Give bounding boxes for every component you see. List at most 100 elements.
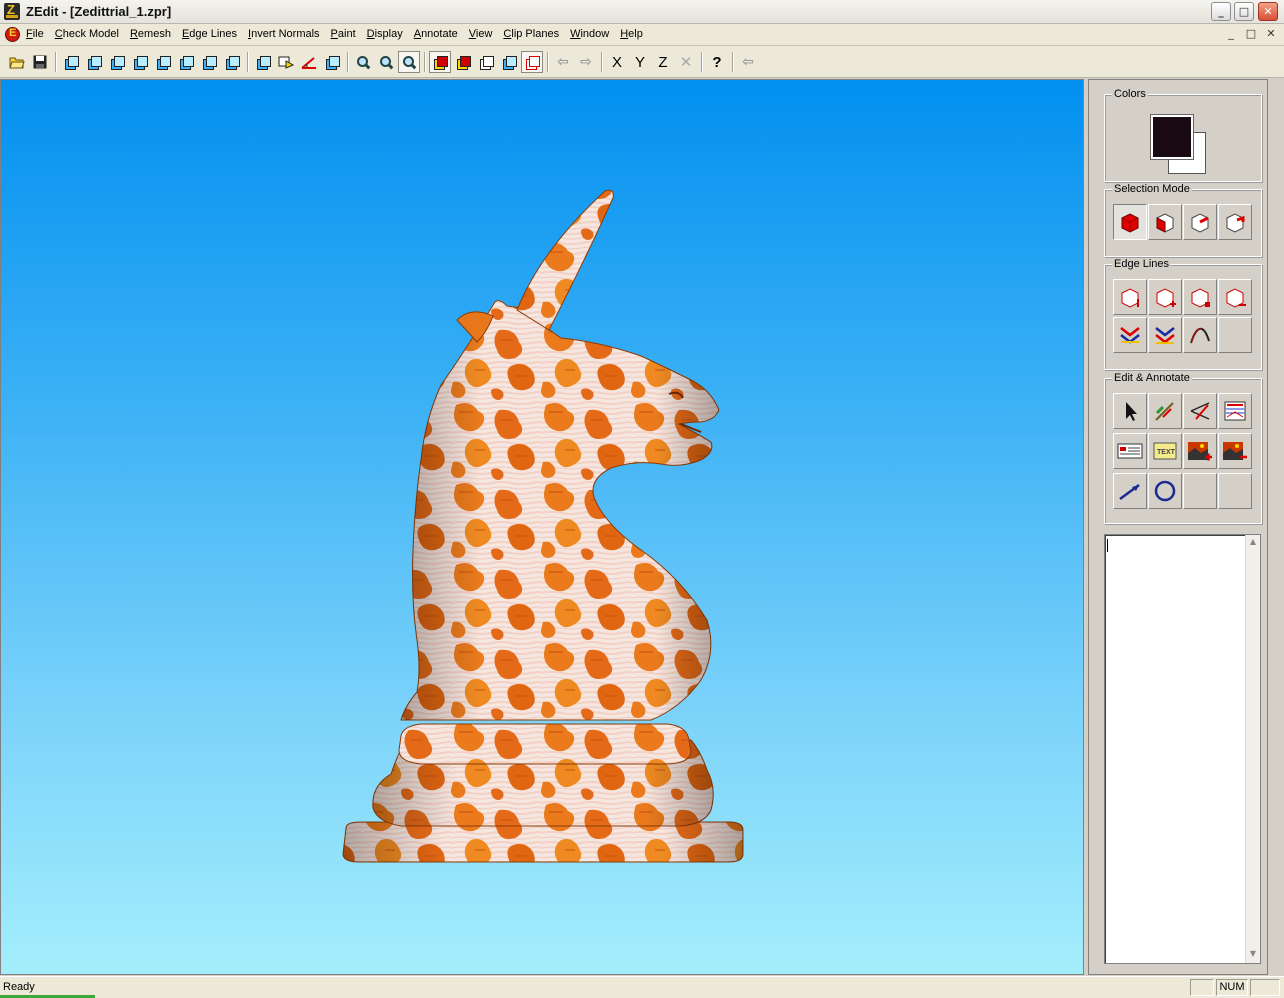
menu-edge-lines[interactable]: Edge Lines bbox=[182, 28, 237, 40]
view-bottom-button[interactable] bbox=[175, 51, 197, 73]
view-front-button[interactable] bbox=[60, 51, 82, 73]
select-solid-button[interactable] bbox=[1113, 204, 1147, 240]
menu-annotate[interactable]: Annotate bbox=[414, 28, 458, 40]
3d-viewport[interactable] bbox=[0, 79, 1084, 975]
menu-view[interactable]: View bbox=[469, 28, 493, 40]
shaded-cube-icon bbox=[433, 55, 448, 70]
window-title: ZEdit - [Zedittrial_1.zpr] bbox=[26, 4, 172, 19]
menu-help[interactable]: Help bbox=[620, 28, 643, 40]
view-top-button[interactable] bbox=[152, 51, 174, 73]
menu-invert-normals[interactable]: Invert Normals bbox=[248, 28, 320, 40]
view-back-button[interactable] bbox=[83, 51, 105, 73]
menu-clip-planes[interactable]: Clip Planes bbox=[503, 28, 559, 40]
zoom-window-button[interactable] bbox=[398, 51, 420, 73]
cube-view-icon bbox=[87, 55, 102, 70]
texture-map-icon bbox=[1224, 401, 1246, 421]
shaded-mode-button[interactable] bbox=[429, 51, 451, 73]
unicorn-knight-model[interactable] bbox=[1, 80, 1084, 975]
mdi-minimize-button[interactable]: _ bbox=[1224, 27, 1238, 41]
minimize-button[interactable]: _ bbox=[1211, 2, 1231, 21]
cursor-arrow-icon bbox=[1126, 402, 1137, 421]
pan-icon bbox=[278, 56, 294, 69]
edge-line-draw-button[interactable] bbox=[1113, 279, 1147, 315]
help-button[interactable]: ? bbox=[706, 51, 728, 73]
measure-angle-button[interactable] bbox=[298, 51, 320, 73]
measure-tool-button[interactable] bbox=[1183, 393, 1217, 429]
foreground-color-swatch[interactable] bbox=[1151, 115, 1193, 159]
note-card-button[interactable] bbox=[1113, 433, 1147, 469]
menu-file[interactable]: File bbox=[26, 28, 44, 40]
undo-button[interactable]: ⇦ bbox=[552, 51, 574, 73]
view-iso-button[interactable] bbox=[198, 51, 220, 73]
select-pointer-button[interactable] bbox=[1113, 393, 1147, 429]
hidden-line-button[interactable] bbox=[498, 51, 520, 73]
edge-curve-button[interactable] bbox=[1183, 317, 1217, 353]
menu-check-model[interactable]: Check Model bbox=[55, 28, 119, 40]
menu-window[interactable]: Window bbox=[570, 28, 609, 40]
open-file-button[interactable] bbox=[6, 51, 28, 73]
edge-line-point-button[interactable] bbox=[1183, 279, 1217, 315]
view-right-button[interactable] bbox=[129, 51, 151, 73]
select-vertex-button[interactable] bbox=[1218, 204, 1252, 240]
view-iso2-button[interactable] bbox=[221, 51, 243, 73]
selection-highlight-button[interactable] bbox=[521, 51, 543, 73]
edge-flip-down-button[interactable] bbox=[1113, 317, 1147, 353]
redo-button[interactable]: ⇨ bbox=[575, 51, 597, 73]
axis-z-button[interactable]: Z bbox=[652, 51, 674, 73]
solid-select-icon bbox=[1121, 213, 1139, 233]
svg-text:TEXT: TEXT bbox=[1157, 449, 1176, 456]
edge-add-icon bbox=[1156, 288, 1176, 308]
rotate-cube-icon bbox=[256, 55, 271, 70]
paint-brush-button[interactable] bbox=[1148, 393, 1182, 429]
remove-image-button[interactable] bbox=[1218, 433, 1252, 469]
document-icon[interactable] bbox=[5, 27, 20, 42]
scroll-down-icon[interactable]: ▼ bbox=[1247, 949, 1259, 961]
panel-scrollbar[interactable] bbox=[1270, 79, 1284, 519]
fit-view-button[interactable] bbox=[321, 51, 343, 73]
cube-view-icon bbox=[179, 55, 194, 70]
zoom-out-button[interactable] bbox=[375, 51, 397, 73]
axis-clear-button[interactable]: ✕ bbox=[675, 51, 697, 73]
wireframe-mode-button[interactable] bbox=[475, 51, 497, 73]
rotate-button[interactable] bbox=[252, 51, 274, 73]
axis-x-button[interactable]: X bbox=[606, 51, 628, 73]
arrow-annotation-button[interactable] bbox=[1113, 473, 1147, 509]
annotate-empty-slot-2 bbox=[1218, 473, 1252, 509]
tool-panel: Colors Selection Mode Edge Lines Edit & … bbox=[1088, 79, 1268, 975]
add-image-button[interactable] bbox=[1183, 433, 1217, 469]
color-mode-button[interactable] bbox=[452, 51, 474, 73]
back-button[interactable]: ⇦ bbox=[737, 51, 759, 73]
close-button[interactable]: ✕ bbox=[1258, 2, 1278, 21]
zoom-in-button[interactable] bbox=[352, 51, 374, 73]
undo-arrow-icon: ⇦ bbox=[557, 54, 569, 70]
zoom-in-icon bbox=[356, 55, 370, 69]
texture-map-button[interactable] bbox=[1218, 393, 1252, 429]
status-cell-caps bbox=[1190, 979, 1214, 996]
notes-textarea[interactable]: ▲ ▼ bbox=[1104, 534, 1261, 964]
maximize-button[interactable]: □ bbox=[1234, 2, 1254, 21]
select-face-button[interactable] bbox=[1148, 204, 1182, 240]
menu-remesh[interactable]: Remesh bbox=[130, 28, 171, 40]
view-left-button[interactable] bbox=[106, 51, 128, 73]
paint-brush-icon bbox=[1155, 402, 1174, 421]
selection-mode-group: Selection Mode bbox=[1104, 183, 1262, 257]
select-edge-button[interactable] bbox=[1183, 204, 1217, 240]
save-button[interactable] bbox=[29, 51, 51, 73]
edge-flip-up-button[interactable] bbox=[1148, 317, 1182, 353]
notes-scrollbar[interactable]: ▲ ▼ bbox=[1245, 535, 1260, 963]
circle-annotation-button[interactable] bbox=[1148, 473, 1182, 509]
edge-line-add-button[interactable] bbox=[1148, 279, 1182, 315]
mdi-restore-button[interactable]: □ bbox=[1244, 27, 1258, 41]
menu-paint[interactable]: Paint bbox=[331, 28, 356, 40]
mdi-close-button[interactable]: ✕ bbox=[1264, 27, 1278, 41]
pan-button[interactable] bbox=[275, 51, 297, 73]
image-remove-icon bbox=[1223, 442, 1247, 460]
zedit-app-icon[interactable] bbox=[4, 2, 20, 20]
axis-y-button[interactable]: Y bbox=[629, 51, 651, 73]
floppy-icon bbox=[33, 55, 47, 69]
arrow-line-icon bbox=[1119, 483, 1140, 501]
menu-display[interactable]: Display bbox=[367, 28, 403, 40]
edge-line-remove-button[interactable] bbox=[1218, 279, 1252, 315]
text-annotation-button[interactable]: TEXT bbox=[1148, 433, 1182, 469]
scroll-up-icon[interactable]: ▲ bbox=[1247, 537, 1259, 549]
